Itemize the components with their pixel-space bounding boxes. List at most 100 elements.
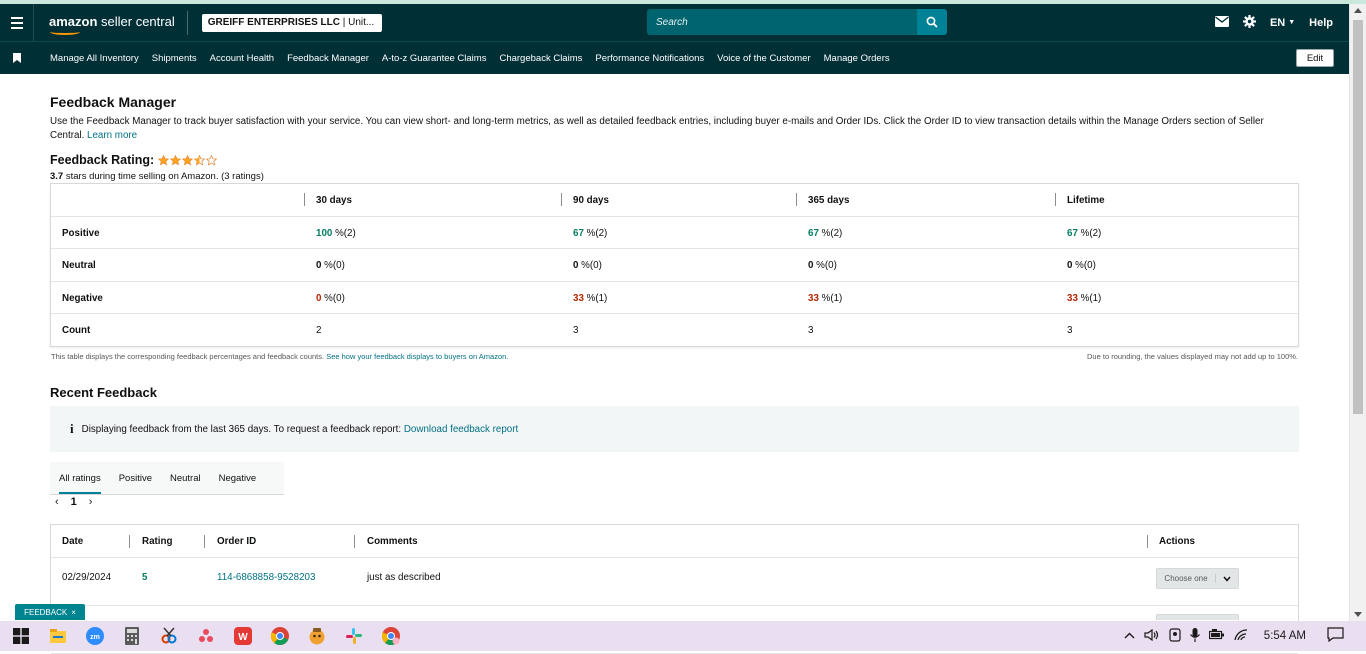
tab-neutral[interactable]: Neutral bbox=[161, 473, 210, 484]
summary-cell: 0 %(0) bbox=[316, 293, 345, 304]
cell-suffix: %(2) bbox=[1077, 227, 1102, 239]
feedback-widget-tab[interactable]: FEEDBACK × bbox=[15, 604, 85, 620]
row-label: Neutral bbox=[62, 260, 96, 271]
search-icon bbox=[926, 16, 938, 28]
learn-more-link[interactable]: Learn more bbox=[87, 130, 137, 141]
search-button[interactable] bbox=[917, 9, 947, 35]
rating-filter-tabs: All ratings Positive Neutral Negative bbox=[50, 462, 284, 495]
wps-office-icon[interactable]: W bbox=[232, 625, 254, 647]
snipping-tool-icon[interactable] bbox=[158, 625, 180, 647]
summary-cell: 67 %(2) bbox=[573, 228, 607, 239]
microphone-icon[interactable] bbox=[1189, 627, 1200, 645]
system-clock[interactable]: 5:54 AM bbox=[1264, 630, 1306, 642]
summary-row-negative: Negative 0 %(0) 33 %(1) 33 %(1) 33 %(1) bbox=[51, 282, 1298, 314]
download-report-link[interactable]: Download feedback report bbox=[404, 424, 518, 435]
rating-summary: 3.7 stars during time selling on Amazon.… bbox=[50, 171, 264, 182]
chrome-icon[interactable] bbox=[269, 625, 291, 647]
row-label: Positive bbox=[62, 227, 100, 239]
close-icon[interactable]: × bbox=[71, 608, 76, 617]
edit-nav-button[interactable]: Edit bbox=[1296, 49, 1334, 67]
info-icon: i bbox=[70, 421, 74, 436]
seller-central-logo[interactable]: amazon seller central bbox=[49, 9, 175, 37]
star-full-icon bbox=[170, 154, 182, 165]
chevron-down-icon bbox=[1216, 576, 1238, 582]
file-explorer-icon[interactable] bbox=[47, 625, 69, 647]
feedback-rating: 5 bbox=[142, 572, 148, 583]
cell-suffix: %(0) bbox=[578, 260, 602, 271]
star-full-icon bbox=[182, 154, 194, 165]
caret-down-icon: ▼ bbox=[1288, 19, 1296, 26]
scroll-up-arrow-icon[interactable] bbox=[1354, 8, 1362, 13]
actions-dropdown[interactable]: Choose one bbox=[1156, 568, 1239, 589]
mail-icon[interactable] bbox=[1214, 15, 1229, 30]
language-selector[interactable]: EN ▼ bbox=[1270, 17, 1295, 29]
column-divider bbox=[561, 193, 562, 206]
column-header-365-days: 365 days bbox=[808, 195, 850, 206]
summary-cell: 33 %(1) bbox=[1067, 293, 1101, 304]
battery-icon[interactable] bbox=[1208, 629, 1225, 643]
settings-gear-icon[interactable] bbox=[1242, 14, 1256, 31]
nav-item-shipments[interactable]: Shipments bbox=[152, 53, 197, 64]
tab-positive[interactable]: Positive bbox=[110, 473, 161, 484]
account-switcher[interactable]: GREIFF ENTERPRISES LLC | Unit... bbox=[201, 13, 382, 32]
order-id-link[interactable]: 114-6868858-9528203 bbox=[217, 572, 315, 583]
page-scrollbar[interactable] bbox=[1349, 4, 1366, 621]
feedback-rating-heading: Feedback Rating: bbox=[50, 153, 218, 167]
chevron-up-icon[interactable] bbox=[1124, 630, 1135, 642]
scroll-down-arrow-icon[interactable] bbox=[1354, 612, 1362, 617]
tab-negative[interactable]: Negative bbox=[210, 473, 266, 484]
column-divider bbox=[1147, 535, 1148, 548]
account-name: GREIFF ENTERPRISES LLC bbox=[207, 17, 340, 28]
header-actions: EN ▼ Help bbox=[1214, 4, 1333, 41]
summary-cell: 3 bbox=[1067, 325, 1073, 336]
nav-item-chargeback-claims[interactable]: Chargeback Claims bbox=[499, 53, 582, 64]
column-header-date: Date bbox=[62, 536, 84, 547]
menu-icon[interactable] bbox=[0, 4, 34, 41]
chevron-left-icon[interactable]: ‹ bbox=[55, 496, 59, 508]
row-label: Negative bbox=[62, 292, 103, 304]
column-header-30-days: 30 days bbox=[316, 195, 352, 206]
summary-table-header: 30 days 90 days 365 days Lifetime bbox=[51, 184, 1298, 217]
nav-item-voice-of-customer[interactable]: Voice of the Customer bbox=[717, 53, 810, 64]
calculator-icon[interactable] bbox=[121, 625, 143, 647]
chrome-profile-icon[interactable] bbox=[380, 625, 402, 647]
cell-value: 33 bbox=[573, 292, 584, 304]
search-input[interactable] bbox=[647, 9, 917, 35]
summary-cell: 0 %(0) bbox=[316, 260, 345, 271]
page-title: Feedback Manager bbox=[50, 94, 177, 110]
nav-item-account-health[interactable]: Account Health bbox=[210, 53, 274, 64]
summary-cell: 33 %(1) bbox=[573, 293, 607, 304]
help-link[interactable]: Help bbox=[1309, 17, 1333, 29]
feedback-summary-table: 30 days 90 days 365 days Lifetime Positi… bbox=[50, 183, 1299, 347]
meet-now-icon[interactable] bbox=[1169, 627, 1181, 645]
actions-dropdown-label: Choose one bbox=[1157, 574, 1216, 583]
column-header-rating: Rating bbox=[142, 536, 173, 547]
language-label: EN bbox=[1269, 16, 1286, 29]
slack-icon[interactable] bbox=[343, 625, 365, 647]
bookmark-icon[interactable] bbox=[0, 53, 34, 63]
cell-value: 100 bbox=[316, 227, 333, 239]
current-page[interactable]: 1 bbox=[71, 496, 77, 508]
app-dots-icon[interactable] bbox=[195, 625, 217, 647]
tab-all-ratings[interactable]: All ratings bbox=[50, 473, 110, 494]
nav-item-feedback-manager[interactable]: Feedback Manager bbox=[287, 53, 369, 64]
actions-dropdown[interactable] bbox=[1156, 614, 1239, 620]
notification-icon[interactable] bbox=[1327, 627, 1344, 645]
feedback-tab-label: FEEDBACK bbox=[24, 607, 68, 617]
wifi-icon[interactable] bbox=[1234, 628, 1249, 644]
logo-seller-central-text: seller central bbox=[97, 13, 175, 29]
nav-item-atoz-claims[interactable]: A-to-z Guarantee Claims bbox=[382, 53, 487, 64]
nav-item-manage-orders[interactable]: Manage Orders bbox=[824, 53, 890, 64]
recent-feedback-title: Recent Feedback bbox=[50, 385, 157, 400]
rating-stars bbox=[158, 154, 218, 166]
volume-icon[interactable] bbox=[1144, 628, 1160, 644]
windows-start-icon[interactable] bbox=[10, 625, 32, 647]
zoom-app-icon[interactable]: zm bbox=[84, 625, 106, 647]
chevron-right-icon[interactable]: › bbox=[89, 496, 93, 508]
nav-item-manage-inventory[interactable]: Manage All Inventory bbox=[50, 53, 139, 64]
buyer-display-link[interactable]: See how your feedback displays to buyers… bbox=[326, 352, 508, 361]
rating-value: 3.7 bbox=[50, 171, 64, 182]
game-app-icon[interactable] bbox=[306, 625, 328, 647]
scrollbar-thumb[interactable] bbox=[1353, 20, 1363, 414]
nav-item-performance-notifications[interactable]: Performance Notifications bbox=[595, 53, 704, 64]
